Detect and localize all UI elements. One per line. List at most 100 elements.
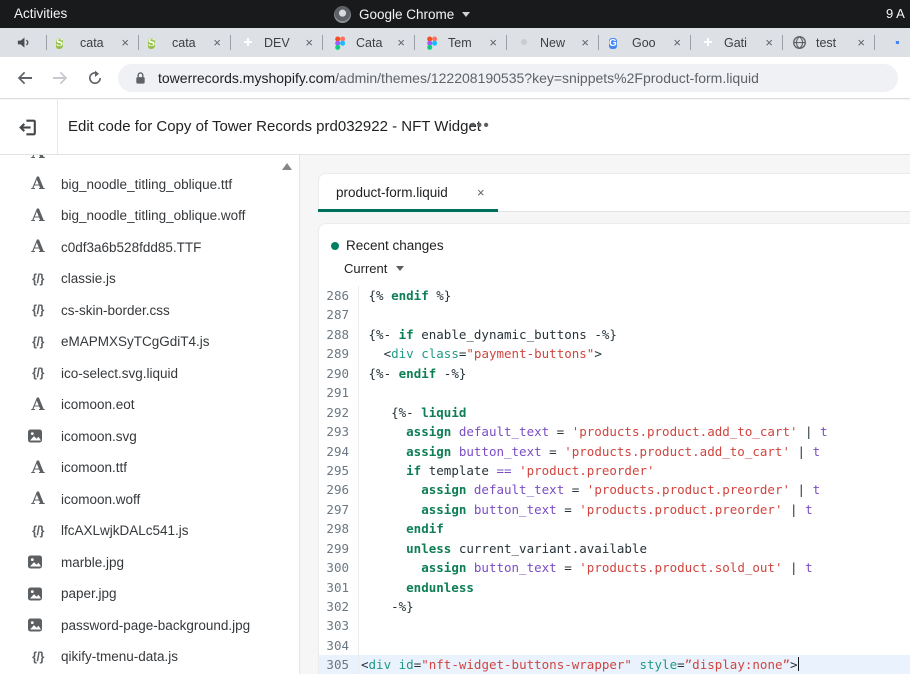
- more-actions-button[interactable]: •••: [470, 100, 490, 152]
- tab-close-icon[interactable]: ×: [121, 35, 129, 50]
- browser-tab[interactable]: DEV×: [231, 35, 322, 51]
- line-number[interactable]: 305: [319, 655, 359, 674]
- tab-close-icon[interactable]: ×: [397, 35, 405, 50]
- code-line[interactable]: 300 assign button_text = 'products.produ…: [319, 558, 910, 577]
- forward-button[interactable]: [47, 65, 73, 91]
- line-number[interactable]: 286: [319, 286, 359, 305]
- back-button[interactable]: [12, 65, 38, 91]
- code-token: t: [813, 482, 821, 497]
- browser-tab[interactable]: GGoo×: [599, 35, 690, 51]
- code-line[interactable]: 287: [319, 305, 910, 324]
- code-token: ”display:none”: [685, 657, 790, 672]
- file-item[interactable]: {/}ico-select.svg.liquid: [0, 358, 299, 390]
- file-item[interactable]: icomoon.svg: [0, 421, 299, 453]
- reload-button[interactable]: [82, 65, 108, 91]
- browser-tab[interactable]: Cata×: [323, 35, 414, 51]
- code-line[interactable]: 298 endif: [319, 519, 910, 538]
- lock-icon[interactable]: [134, 71, 147, 85]
- file-item[interactable]: Abig_noodle_titling_oblique.woff: [0, 200, 299, 232]
- code-line[interactable]: 295 if template == 'product.preorder': [319, 461, 910, 480]
- file-item[interactable]: paper.jpg: [0, 578, 299, 610]
- editor-tab-product-form[interactable]: product-form.liquid: [336, 174, 448, 212]
- code-line[interactable]: 301 endunless: [319, 578, 910, 597]
- file-item[interactable]: Aicomoon.eot: [0, 389, 299, 421]
- code-token: {%-: [361, 366, 399, 381]
- scrollbar-up-icon[interactable]: [282, 163, 292, 170]
- code-line[interactable]: 290 {%- endif -%}: [319, 364, 910, 383]
- line-number[interactable]: 288: [319, 325, 359, 344]
- browser-tab[interactable]: Scata×: [47, 35, 138, 51]
- code-line[interactable]: 296 assign default_text = 'products.prod…: [319, 480, 910, 499]
- line-number[interactable]: 290: [319, 364, 359, 383]
- line-number[interactable]: 296: [319, 480, 359, 499]
- tab-close-icon[interactable]: ×: [489, 35, 497, 50]
- browser-tab[interactable]: Tem×: [415, 35, 506, 51]
- activities-button[interactable]: Activities: [14, 0, 67, 28]
- code-line[interactable]: 291: [319, 383, 910, 402]
- clock[interactable]: 9 A: [886, 0, 905, 28]
- file-item[interactable]: Aicomoon.woff: [0, 484, 299, 516]
- file-item[interactable]: {/}cs-skin-border.css: [0, 295, 299, 327]
- line-number[interactable]: 302: [319, 597, 359, 616]
- line-number[interactable]: 292: [319, 403, 359, 422]
- code-text: [359, 305, 361, 324]
- app-menu[interactable]: Google Chrome: [334, 0, 470, 28]
- code-line[interactable]: 297 assign button_text = 'products.produ…: [319, 500, 910, 519]
- file-item[interactable]: {/}qikify-tmenu-data.js: [0, 641, 299, 673]
- code-line[interactable]: 292 {%- liquid: [319, 403, 910, 422]
- file-item[interactable]: Ac0df3a6b528fdd85.TTF: [0, 232, 299, 264]
- browser-tab[interactable]: New×: [507, 35, 598, 51]
- tab-close-icon[interactable]: ×: [857, 35, 865, 50]
- tab-title: cata: [172, 36, 205, 50]
- browser-tab[interactable]: [875, 35, 910, 51]
- code-line[interactable]: 299 unless current_variant.available: [319, 539, 910, 558]
- file-item[interactable]: marble.jpg: [0, 547, 299, 579]
- file-item[interactable]: A: [0, 155, 299, 169]
- code-line[interactable]: 302 -%}: [319, 597, 910, 616]
- editor-tab-close-icon[interactable]: ×: [477, 174, 485, 212]
- file-item[interactable]: {/}eMAPMXSyTCgGdiT4.js: [0, 326, 299, 358]
- line-number[interactable]: 295: [319, 461, 359, 480]
- line-number[interactable]: 294: [319, 442, 359, 461]
- line-number[interactable]: 289: [319, 344, 359, 363]
- line-number[interactable]: 300: [319, 558, 359, 577]
- audio-indicator-icon[interactable]: [0, 35, 46, 50]
- code-line[interactable]: 305<div id="nft-widget-buttons-wrapper" …: [319, 655, 910, 674]
- file-item[interactable]: Abig_noodle_titling_oblique.ttf: [0, 169, 299, 201]
- tab-close-icon[interactable]: ×: [213, 35, 221, 50]
- code-line[interactable]: 288 {%- if enable_dynamic_buttons -%}: [319, 325, 910, 344]
- address-bar[interactable]: towerrecords.myshopify.com/admin/themes/…: [118, 64, 898, 92]
- line-number[interactable]: 303: [319, 616, 359, 635]
- line-number[interactable]: 299: [319, 539, 359, 558]
- file-item[interactable]: {/}classie.js: [0, 263, 299, 295]
- line-number[interactable]: 297: [319, 500, 359, 519]
- line-number[interactable]: 291: [319, 383, 359, 402]
- code-line[interactable]: 286 {% endif %}: [319, 286, 910, 305]
- tab-title: test: [816, 36, 849, 50]
- line-number[interactable]: 293: [319, 422, 359, 441]
- code-token: t: [820, 424, 828, 439]
- code-line[interactable]: 293 assign default_text = 'products.prod…: [319, 422, 910, 441]
- tab-close-icon[interactable]: ×: [673, 35, 681, 50]
- code-line[interactable]: 294 assign button_text = 'products.produ…: [319, 442, 910, 461]
- browser-tab[interactable]: test ×: [783, 35, 874, 51]
- code-line[interactable]: 304: [319, 636, 910, 655]
- line-number[interactable]: 287: [319, 305, 359, 324]
- browser-tab[interactable]: Scata×: [139, 35, 230, 51]
- line-number[interactable]: 304: [319, 636, 359, 655]
- line-number[interactable]: 298: [319, 519, 359, 538]
- version-dropdown[interactable]: Current: [344, 261, 404, 276]
- code-line[interactable]: 289 <div class="payment-buttons">: [319, 344, 910, 363]
- browser-tab[interactable]: Gati×: [691, 35, 782, 51]
- code-area[interactable]: 286 {% endif %}287288 {%- if enable_dyna…: [319, 286, 910, 674]
- recent-changes: Recent changes: [331, 238, 444, 253]
- file-item[interactable]: {/}lfcAXLwjkDALc541.js: [0, 515, 299, 547]
- file-item[interactable]: password-page-background.jpg: [0, 610, 299, 642]
- tab-close-icon[interactable]: ×: [305, 35, 313, 50]
- file-item[interactable]: Aicomoon.ttf: [0, 452, 299, 484]
- code-line[interactable]: 303: [319, 616, 910, 635]
- tab-close-icon[interactable]: ×: [581, 35, 589, 50]
- tab-close-icon[interactable]: ×: [765, 35, 773, 50]
- exit-code-editor-button[interactable]: [16, 115, 40, 139]
- line-number[interactable]: 301: [319, 578, 359, 597]
